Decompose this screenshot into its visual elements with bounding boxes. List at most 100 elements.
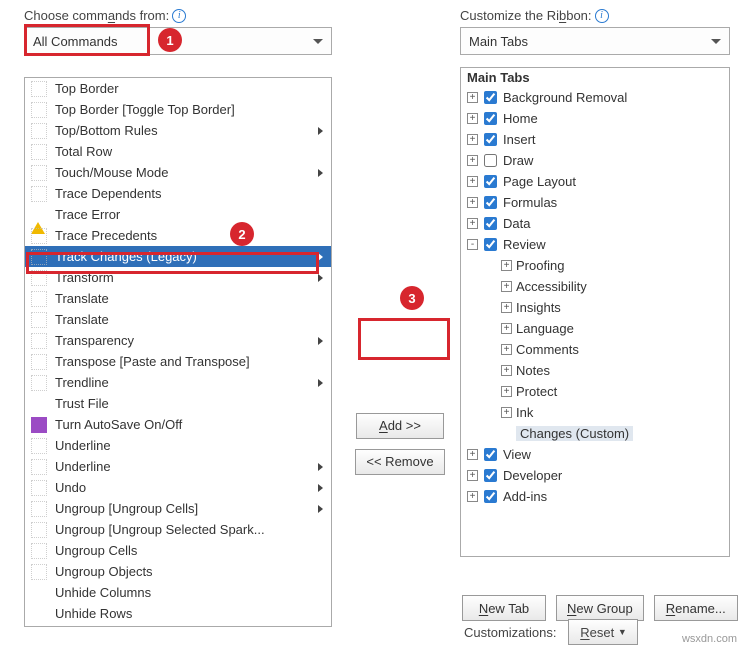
tree-item[interactable]: +Background Removal [461,87,729,108]
chevron-down-icon [711,39,721,44]
command-item[interactable]: Top Border [Toggle Top Border] [25,99,331,120]
command-item[interactable]: Top/Bottom Rules [25,120,331,141]
expand-icon[interactable]: + [467,449,478,460]
tree-item[interactable]: +Data [461,213,729,234]
command-label: Trace Error [55,207,120,222]
expand-icon[interactable]: + [467,491,478,502]
tree-item[interactable]: +Draw [461,150,729,171]
tab-visible-checkbox[interactable] [484,490,497,503]
command-item[interactable]: Transparency [25,330,331,351]
tree-item[interactable]: +Home [461,108,729,129]
command-item[interactable]: Ungroup Objects [25,561,331,582]
command-item[interactable]: Transform [25,267,331,288]
command-item[interactable]: Trust File [25,393,331,414]
command-item[interactable]: Turn AutoSave On/Off [25,414,331,435]
expand-icon[interactable]: + [467,176,478,187]
expand-icon[interactable]: + [501,281,512,292]
command-item[interactable]: Ungroup Cells [25,540,331,561]
expand-icon[interactable]: + [501,407,512,418]
tab-visible-checkbox[interactable] [484,196,497,209]
command-item[interactable]: Top Border [25,78,331,99]
command-item[interactable]: Trace Dependents [25,183,331,204]
command-item[interactable]: Ungroup [Ungroup Cells] [25,498,331,519]
submenu-arrow-icon [318,127,323,135]
tree-item[interactable]: +Notes [461,360,729,381]
tree-item[interactable]: +Accessibility [461,276,729,297]
command-label: Trace Precedents [55,228,157,243]
expand-icon[interactable]: + [501,260,512,271]
tree-item[interactable]: +Comments [461,339,729,360]
command-item[interactable]: Transpose [Paste and Transpose] [25,351,331,372]
expand-icon[interactable]: + [501,302,512,313]
tree-item[interactable]: +Insights [461,297,729,318]
tab-visible-checkbox[interactable] [484,448,497,461]
command-item[interactable]: Unhide Columns [25,582,331,603]
callout-badge-3: 3 [400,286,424,310]
info-icon[interactable]: i [172,9,186,23]
command-item[interactable]: Undo [25,477,331,498]
new-tab-button[interactable]: New Tab [462,595,546,621]
expand-icon[interactable]: + [467,155,478,166]
tab-visible-checkbox[interactable] [484,238,497,251]
command-item[interactable]: Ungroup [Ungroup Selected Spark... [25,519,331,540]
customize-ribbon-combo[interactable]: Main Tabs [460,27,730,55]
command-item[interactable]: Track Changes (Legacy) [25,246,331,267]
tab-visible-checkbox[interactable] [484,133,497,146]
command-item[interactable]: Trendline [25,372,331,393]
command-item[interactable]: Trace Precedents [25,225,331,246]
add-button[interactable]: Add >> [356,413,444,439]
command-icon [31,480,47,496]
expand-icon[interactable]: + [501,365,512,376]
tree-item[interactable]: Changes (Custom) [461,423,729,444]
tab-visible-checkbox[interactable] [484,154,497,167]
command-label: Unhide Columns [55,585,151,600]
remove-button[interactable]: << Remove [355,449,444,475]
expand-icon[interactable]: + [501,386,512,397]
tree-item[interactable]: +Insert [461,129,729,150]
tab-visible-checkbox[interactable] [484,112,497,125]
command-icon [31,543,47,559]
tree-item[interactable]: +Protect [461,381,729,402]
expand-icon[interactable]: + [467,113,478,124]
command-item[interactable]: Translate [25,309,331,330]
tree-item[interactable]: +Add-ins [461,486,729,507]
collapse-icon[interactable]: - [467,239,478,250]
rename-button[interactable]: Rename... [654,595,738,621]
expand-icon[interactable]: + [501,323,512,334]
command-item[interactable]: Underline [25,456,331,477]
tree-item[interactable]: -Review [461,234,729,255]
tree-item[interactable]: +Ink [461,402,729,423]
command-item[interactable]: Underline [25,435,331,456]
command-item[interactable]: Unhide Rows [25,603,331,624]
info-icon[interactable]: i [595,9,609,23]
command-item[interactable]: Translate [25,288,331,309]
expand-icon[interactable]: + [467,470,478,481]
expand-icon[interactable]: + [467,197,478,208]
command-label: Trendline [55,375,109,390]
expand-icon[interactable]: + [467,92,478,103]
command-item[interactable]: Unhide Sheet... [Unhide Sheets] [25,624,331,626]
tree-item[interactable]: +Page Layout [461,171,729,192]
reset-button[interactable]: Reset ▼ [568,619,638,645]
tree-item[interactable]: +Language [461,318,729,339]
tab-visible-checkbox[interactable] [484,469,497,482]
ribbon-tree[interactable]: Main Tabs +Background Removal+Home+Inser… [460,67,730,557]
tab-visible-checkbox[interactable] [484,175,497,188]
submenu-arrow-icon [318,337,323,345]
expand-icon[interactable]: + [467,134,478,145]
command-item[interactable]: Touch/Mouse Mode [25,162,331,183]
tab-visible-checkbox[interactable] [484,91,497,104]
tab-visible-checkbox[interactable] [484,217,497,230]
tree-item[interactable]: +Formulas [461,192,729,213]
expand-icon[interactable]: + [467,218,478,229]
tree-item[interactable]: +View [461,444,729,465]
expand-icon[interactable]: + [501,344,512,355]
tree-item[interactable]: +Proofing [461,255,729,276]
commands-listbox[interactable]: Top BorderTop Border [Toggle Top Border]… [24,77,332,627]
command-label: Ungroup [Ungroup Cells] [55,501,198,516]
command-item[interactable]: Total Row [25,141,331,162]
tree-item[interactable]: +Developer [461,465,729,486]
command-item[interactable]: Trace Error [25,204,331,225]
new-group-button[interactable]: New Group [556,595,644,621]
submenu-arrow-icon [318,505,323,513]
